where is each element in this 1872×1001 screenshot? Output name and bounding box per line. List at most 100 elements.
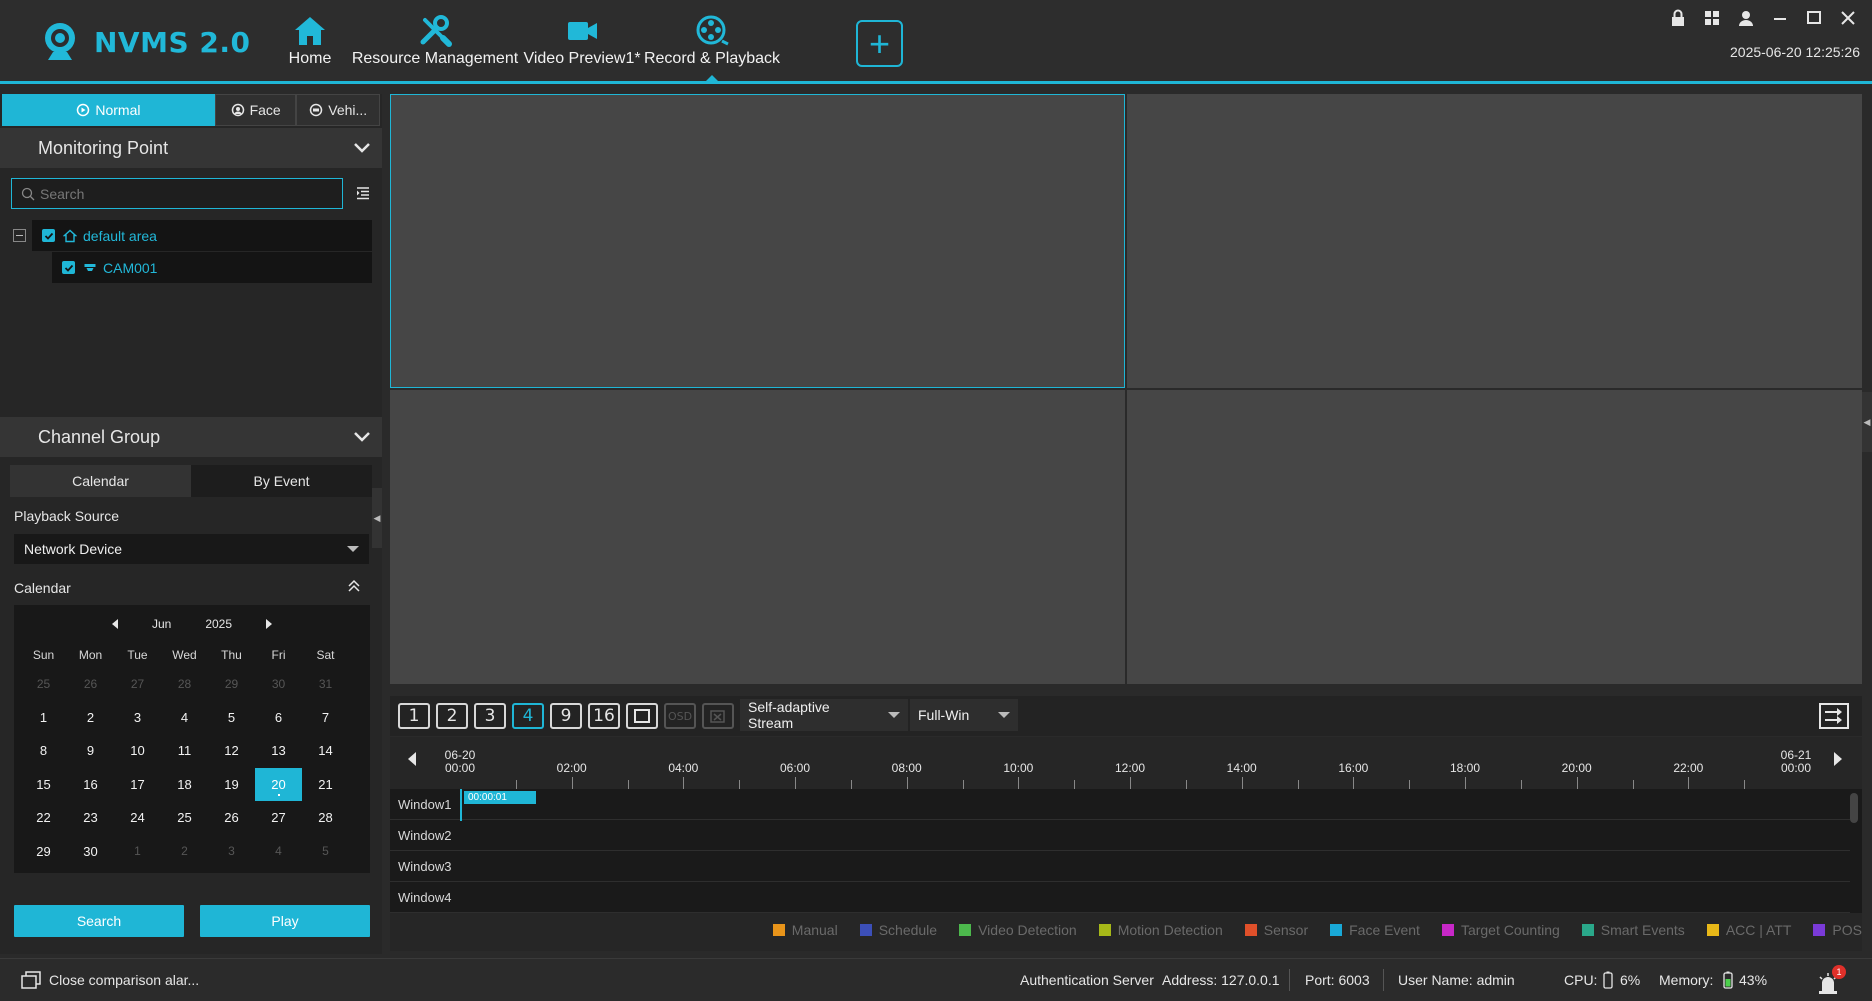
calendar-day[interactable]: 15 (20, 768, 67, 802)
calendar-day[interactable]: 29 (208, 667, 255, 701)
layout-3-button[interactable]: 3 (474, 703, 506, 729)
nav-record-playback[interactable]: Record & Playback (644, 14, 780, 84)
layout-4-button[interactable]: 4 (512, 703, 544, 729)
calendar-day[interactable]: 14 (302, 734, 349, 768)
close-icon[interactable] (1838, 8, 1858, 28)
calendar-day[interactable]: 3 (114, 701, 161, 735)
calendar-day[interactable]: 9 (67, 734, 114, 768)
user-icon[interactable] (1736, 8, 1756, 28)
tree-item-default-area[interactable]: default area (32, 220, 372, 251)
window-mode-select[interactable]: Full-Win (910, 699, 1018, 731)
calendar-day[interactable]: 8 (20, 734, 67, 768)
checkbox-cam001[interactable] (62, 261, 75, 274)
timeline-prev-icon[interactable] (408, 752, 416, 766)
nav-resource-management[interactable]: Resource Management (350, 14, 520, 74)
right-panel-expand-handle[interactable]: ◀ (1862, 392, 1872, 452)
calendar-day[interactable]: 3 (208, 835, 255, 869)
calendar-day[interactable]: 27 (255, 801, 302, 835)
calendar-day[interactable]: 19 (208, 768, 255, 802)
timeline-row[interactable]: Window2 (390, 820, 1850, 851)
tab-calendar[interactable]: Calendar (10, 465, 191, 497)
calendar-day[interactable]: 28 (161, 667, 208, 701)
list-options-icon[interactable] (355, 185, 371, 201)
calendar-day[interactable]: 24 (114, 801, 161, 835)
fullscreen-button[interactable] (626, 703, 658, 729)
calendar-day[interactable]: 11 (161, 734, 208, 768)
calendar-day[interactable]: 4 (255, 835, 302, 869)
calendar-day[interactable]: 5 (302, 835, 349, 869)
monitoring-point-header[interactable]: Monitoring Point (0, 128, 382, 168)
add-tab-button[interactable]: + (856, 20, 903, 67)
calendar-day[interactable]: 25 (161, 801, 208, 835)
calendar-day[interactable]: 7 (302, 701, 349, 735)
tab-normal[interactable]: Normal (2, 94, 215, 126)
alarm-compare-icon[interactable] (20, 970, 42, 990)
timeline-next-icon[interactable] (1834, 752, 1842, 766)
close-all-button[interactable] (702, 703, 734, 729)
timeline-row[interactable]: Window1 (390, 789, 1850, 820)
lock-icon[interactable] (1668, 8, 1688, 28)
video-window-3[interactable] (390, 390, 1125, 684)
tab-vehicle[interactable]: Vehi... (296, 94, 380, 126)
timeline-cursor[interactable] (460, 789, 462, 821)
alarm-status-text[interactable]: Close comparison alar... (49, 972, 199, 988)
calendar-day[interactable]: 17 (114, 768, 161, 802)
tree-item-cam001[interactable]: CAM001 (52, 252, 372, 283)
calendar-day[interactable]: 25 (20, 667, 67, 701)
calendar-day[interactable]: 4 (161, 701, 208, 735)
alarm-button[interactable]: 1 (1816, 965, 1848, 997)
calendar-day[interactable]: 2 (67, 701, 114, 735)
next-month-icon[interactable] (266, 619, 273, 629)
left-panel-collapse-handle[interactable]: ◀ (372, 488, 382, 548)
calendar-day[interactable]: 27 (114, 667, 161, 701)
timeline-ruler[interactable]: 06-20 00:00 06-21 00:00 02:00 04:00 06:00 0… (390, 737, 1862, 789)
calendar-day[interactable]: 5 (208, 701, 255, 735)
grid-icon[interactable] (1702, 8, 1722, 28)
calendar-day[interactable]: 21 (302, 768, 349, 802)
prev-month-icon[interactable] (111, 619, 118, 629)
search-input[interactable] (40, 185, 342, 202)
tab-by-event[interactable]: By Event (191, 465, 372, 497)
layout-16-button[interactable]: 16 (588, 703, 620, 729)
calendar-day[interactable]: 22 (20, 801, 67, 835)
search-button[interactable]: Search (14, 905, 184, 937)
timeline-row[interactable]: Window4 (390, 882, 1850, 913)
stream-select[interactable]: Self-adaptive Stream (740, 699, 908, 731)
layout-9-button[interactable]: 9 (550, 703, 582, 729)
sync-playback-icon[interactable] (1818, 702, 1850, 730)
calendar-day[interactable]: 29 (20, 835, 67, 869)
calendar-day[interactable]: 30 (255, 667, 302, 701)
calendar-day[interactable]: 30 (67, 835, 114, 869)
timeline-row[interactable]: Window3 (390, 851, 1850, 882)
calendar-day[interactable]: 20 (255, 767, 302, 801)
calendar-day[interactable]: 1 (20, 701, 67, 735)
calendar-day[interactable]: 6 (255, 701, 302, 735)
calendar-day[interactable]: 1 (114, 835, 161, 869)
channel-group-header[interactable]: Channel Group (0, 417, 382, 457)
maximize-icon[interactable] (1804, 8, 1824, 28)
play-button[interactable]: Play (200, 905, 370, 937)
nav-home[interactable]: Home (270, 14, 350, 74)
double-chevron-up-icon[interactable] (346, 578, 362, 594)
collapse-toggle[interactable] (13, 229, 26, 242)
layout-2-button[interactable]: 2 (436, 703, 468, 729)
video-window-2[interactable] (1127, 94, 1862, 388)
calendar-day[interactable]: 12 (208, 734, 255, 768)
calendar-day[interactable]: 26 (67, 667, 114, 701)
calendar-day[interactable]: 13 (255, 734, 302, 768)
minimize-icon[interactable] (1770, 8, 1790, 28)
calendar-day[interactable]: 10 (114, 734, 161, 768)
tab-face[interactable]: Face (214, 94, 297, 126)
calendar-day[interactable]: 2 (161, 835, 208, 869)
video-window-4[interactable] (1127, 390, 1862, 684)
timeline-scrollbar[interactable] (1850, 793, 1858, 823)
playback-source-select[interactable]: Network Device (14, 534, 369, 564)
nav-video-preview[interactable]: Video Preview1* (520, 14, 644, 74)
calendar-day[interactable]: 16 (67, 768, 114, 802)
checkbox-default-area[interactable] (42, 229, 55, 242)
video-window-1[interactable] (390, 94, 1125, 388)
osd-button[interactable]: OSD (664, 703, 696, 729)
calendar-day[interactable]: 31 (302, 667, 349, 701)
layout-1-button[interactable]: 1 (398, 703, 430, 729)
calendar-day[interactable]: 26 (208, 801, 255, 835)
